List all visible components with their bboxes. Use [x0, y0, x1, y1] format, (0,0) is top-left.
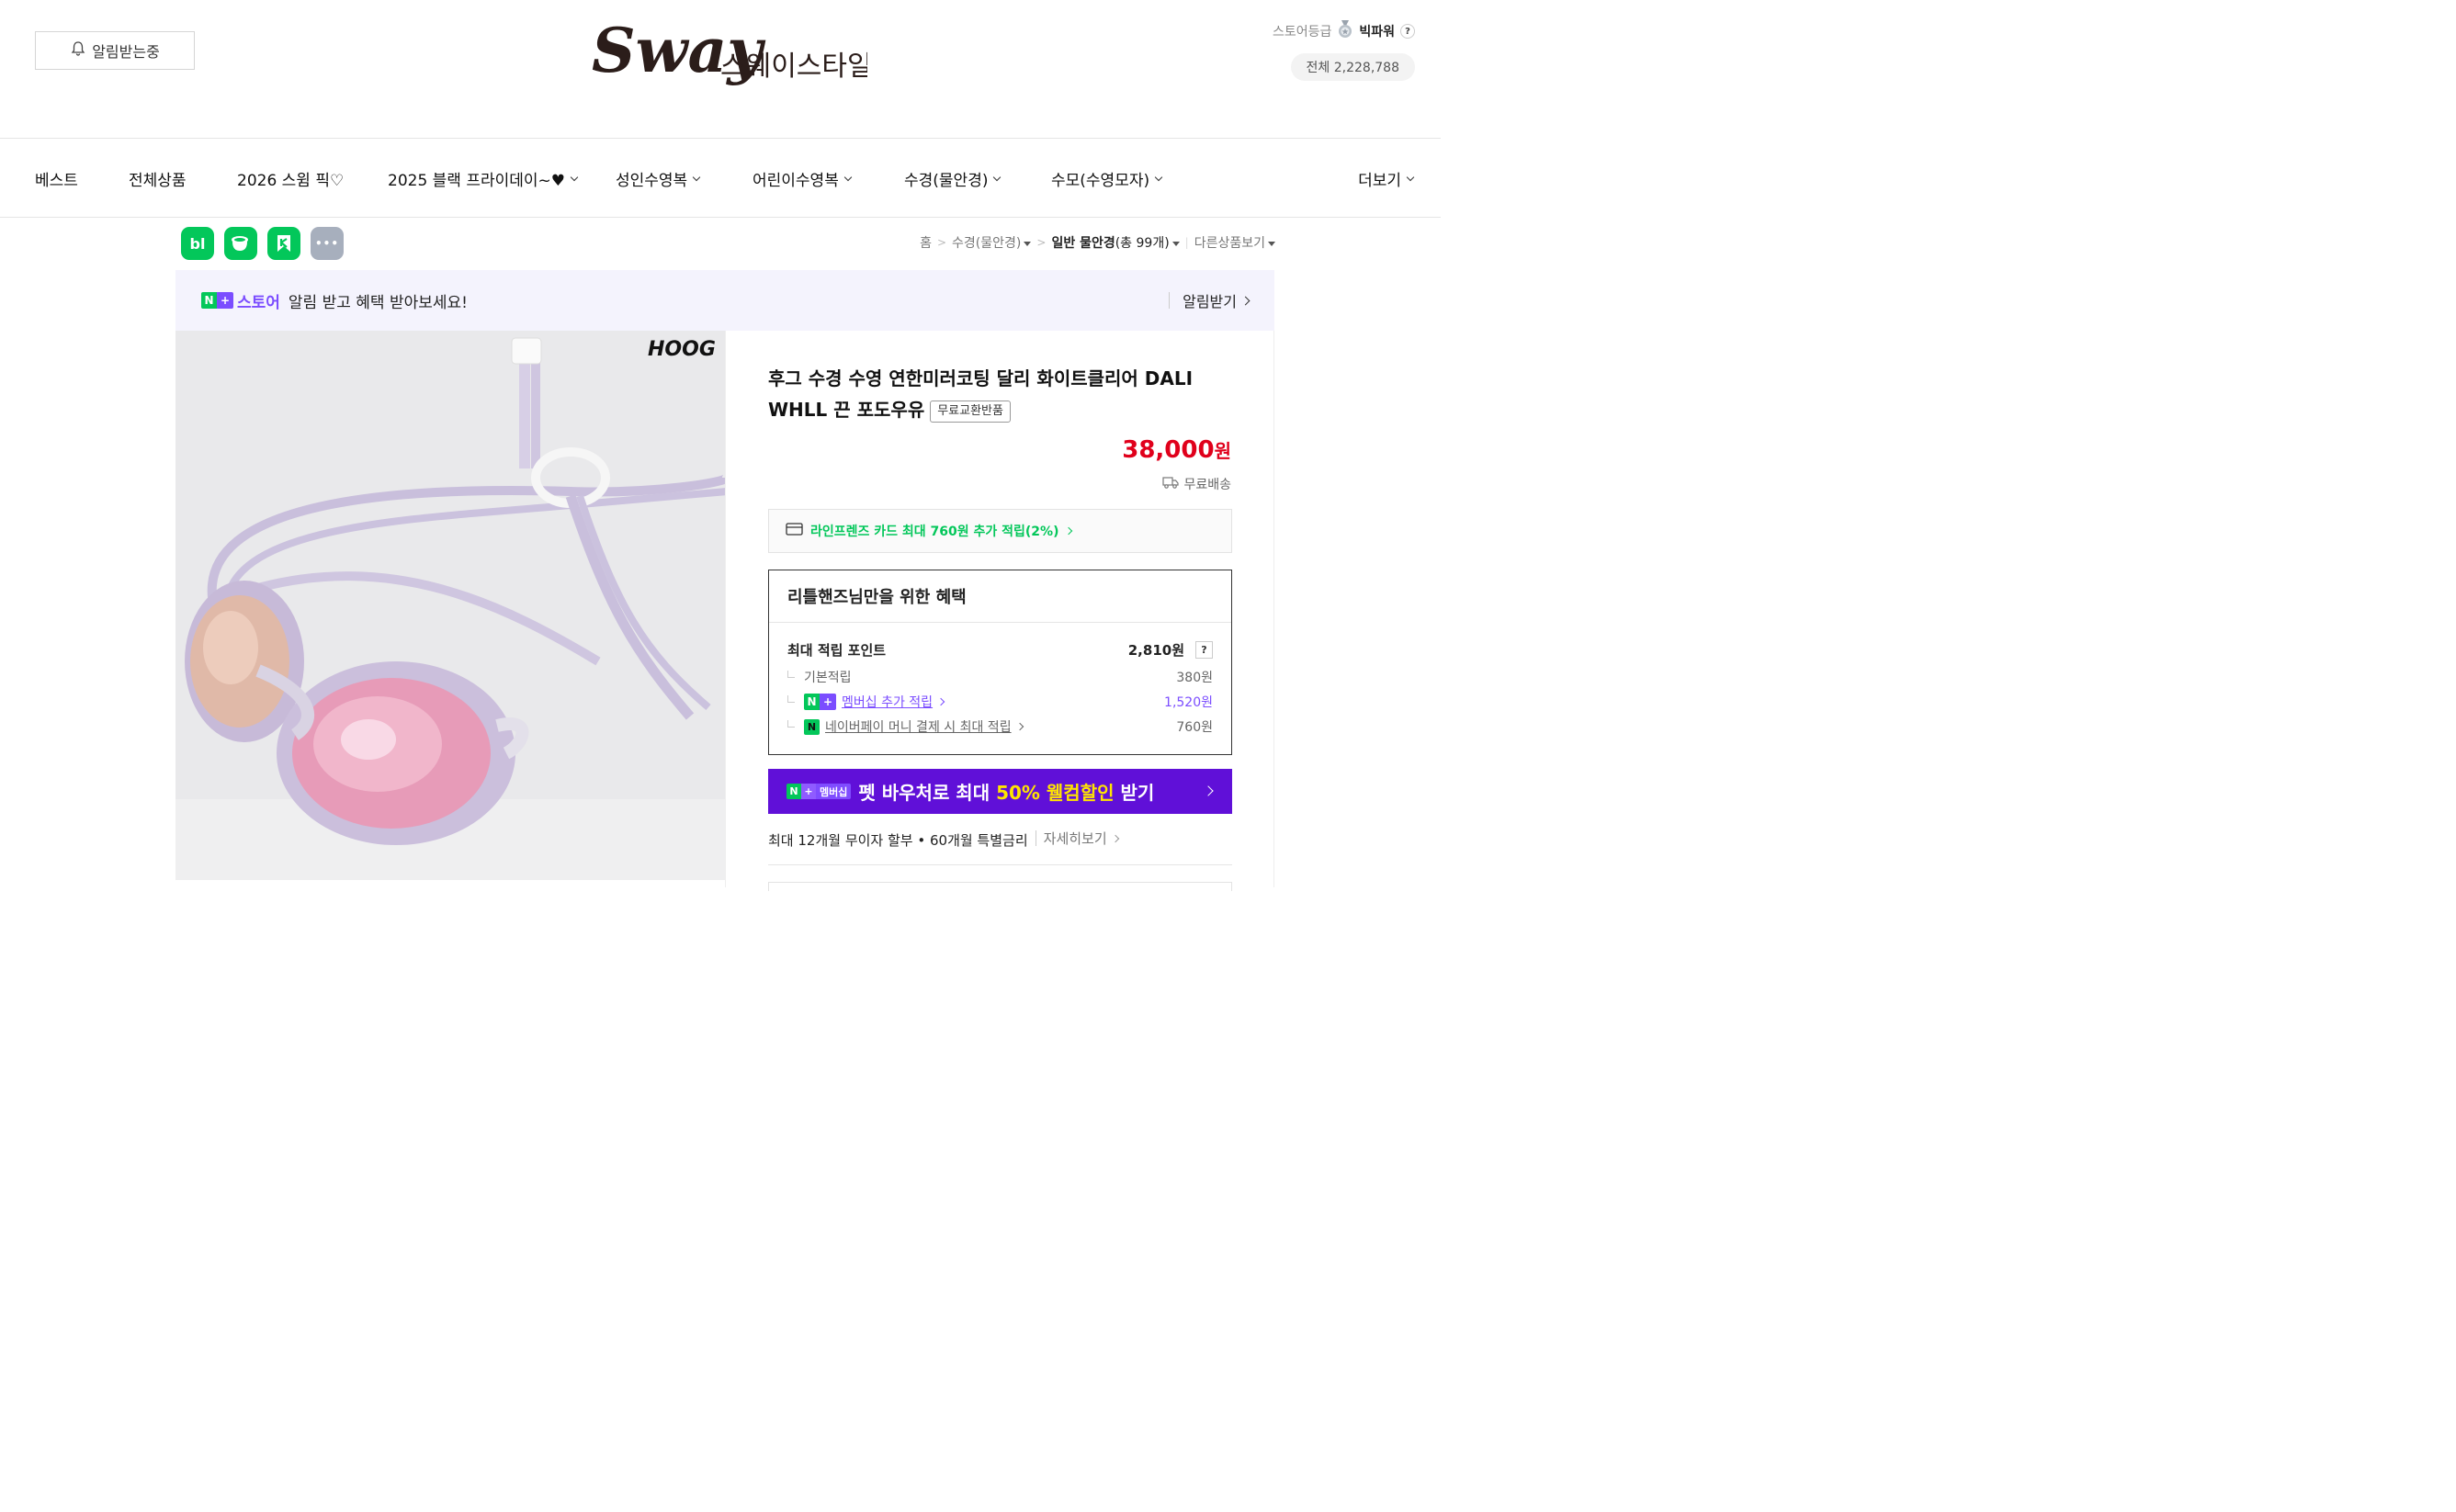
breadcrumb-home[interactable]: 홈	[920, 233, 932, 252]
nav-item-adult-swimwear[interactable]: 성인수영복	[616, 167, 701, 190]
more-icon[interactable]: •••	[311, 227, 344, 260]
chevron-right-icon	[936, 697, 945, 706]
promo-store-label: 스토어	[237, 293, 280, 312]
nav-more[interactable]: 더보기	[1358, 167, 1415, 190]
share-icons: bl •••	[181, 227, 344, 260]
nav-item-all[interactable]: 전체상품	[129, 167, 187, 190]
installment-info: 최대 12개월 무이자 할부 • 60개월 특별금리 자세히보기	[768, 830, 1232, 865]
nav-item-swim-pick[interactable]: 2026 스윔 픽♡	[237, 167, 344, 190]
brand-logo: HOOG	[648, 338, 716, 361]
caret-down-icon	[1024, 241, 1032, 246]
nav-item-goggles[interactable]: 수경(물안경)	[904, 167, 1002, 190]
help-icon[interactable]: ?	[1400, 24, 1415, 39]
chevron-right-icon	[1111, 834, 1119, 842]
max-points-row: 최대 적립 포인트 2,810원?	[787, 640, 1213, 660]
keep-icon[interactable]	[267, 227, 300, 260]
store-grade: 스토어등급 빅파워 ?	[1273, 20, 1415, 42]
chevron-right-icon	[1240, 296, 1251, 305]
chevron-right-icon	[1203, 785, 1214, 796]
chevron-down-icon	[993, 173, 1002, 181]
membership-badge: N + 멤버십	[787, 784, 852, 799]
chevron-down-icon	[1154, 173, 1163, 181]
truck-icon	[1162, 476, 1180, 492]
goggles-illustration: HOOG	[175, 331, 725, 880]
benefit-box: 리틀핸즈님만을 위한 혜택 최대 적립 포인트 2,810원? 기본적립 380…	[768, 570, 1232, 755]
caret-down-icon	[1268, 241, 1275, 246]
breadcrumb-separator: >	[1036, 236, 1047, 249]
nplus-icon: N +	[201, 292, 233, 309]
basic-points-row: 기본적립 380원	[787, 668, 1213, 686]
benefit-heading: 리틀핸즈님만을 위한 혜택	[769, 570, 1231, 623]
help-icon[interactable]: ?	[1195, 641, 1213, 659]
alarm-button[interactable]: 알림받는중	[35, 31, 195, 70]
nplus-icon: N +	[804, 694, 836, 710]
breadcrumb: 홈 > 수경(물안경) > 일반 물안경(총 99개) | 다른상품보기	[920, 233, 1275, 252]
breadcrumb-separator: >	[936, 236, 947, 249]
get-alarm-link[interactable]: 알림받기	[1169, 292, 1251, 310]
next-section-border	[768, 882, 1232, 891]
store-alarm-banner: N + 스토어 알림 받고 혜택 받아보세요! 알림받기	[175, 270, 1274, 331]
breadcrumb-divider: |	[1184, 236, 1189, 249]
category-nav: 베스트 전체상품 2026 스윔 픽♡ 2025 블랙 프라이데이~♥ 성인수영…	[0, 138, 1441, 218]
chevron-down-icon	[570, 173, 579, 181]
chevron-right-icon	[1065, 526, 1073, 536]
cafe-icon[interactable]	[224, 227, 257, 260]
promo-text: 알림 받고 혜택 받아보세요!	[288, 293, 468, 312]
medal-icon	[1337, 20, 1353, 42]
nav-item-black-friday[interactable]: 2025 블랙 프라이데이~♥	[388, 167, 579, 190]
chevron-down-icon	[1406, 173, 1415, 181]
other-products-link[interactable]: 다른상품보기	[1194, 233, 1275, 252]
chevron-down-icon	[692, 173, 701, 181]
blog-icon[interactable]: bl	[181, 227, 214, 260]
card-offer[interactable]: 라인프렌즈 카드 최대 760원 추가 적립(2%)	[768, 509, 1232, 553]
nav-item-kids-swimwear[interactable]: 어린이수영복	[753, 167, 853, 190]
bell-icon	[70, 40, 86, 61]
chevron-down-icon	[843, 173, 853, 181]
free-return-tag: 무료교환반품	[930, 400, 1011, 423]
membership-points-row: N + 멤버십 추가 적립 1,520원	[787, 693, 1213, 711]
product-image[interactable]: HOOG	[175, 331, 725, 880]
npay-points-row: N 네이버페이 머니 결제 시 최대 적립 760원	[787, 717, 1213, 736]
membership-banner[interactable]: N + 멤버십 펫 바우처로 최대 50% 웰컴할인 받기	[768, 769, 1232, 814]
product-title: 후그 수경 수영 연한미러코팅 달리 화이트클리어 DALI WHLL 끈 포도…	[768, 367, 1194, 423]
npay-icon: N	[804, 718, 820, 735]
nav-item-best[interactable]: 베스트	[35, 167, 78, 190]
npay-points-link[interactable]: 네이버페이 머니 결제 시 최대 적립	[825, 717, 1012, 736]
membership-banner-text: 펫 바우처로 최대 50% 웰컴할인 받기	[858, 782, 1155, 804]
breadcrumb-level2[interactable]: 일반 물안경(총 99개)	[1051, 233, 1180, 252]
membership-points-link[interactable]: 멤버십 추가 적립	[842, 693, 933, 711]
total-visits: 전체 2,228,788	[1290, 53, 1415, 81]
shipping-info: 무료배송	[1162, 475, 1231, 493]
breadcrumb-level1[interactable]: 수경(물안경)	[952, 233, 1032, 252]
alarm-button-label: 알림받는중	[92, 43, 160, 61]
logo-korean: 스웨이스타일	[720, 51, 867, 83]
nav-item-swim-cap[interactable]: 수모(수영모자)	[1051, 167, 1163, 190]
product-price: 38,000원	[1122, 436, 1231, 464]
store-logo[interactable]: Sway 스웨이스타일	[592, 15, 873, 88]
credit-card-icon	[786, 523, 803, 539]
chevron-right-icon	[1015, 722, 1024, 731]
store-grade-label: 스토어등급	[1272, 25, 1332, 39]
store-grade-name: 빅파워	[1359, 25, 1395, 39]
caret-down-icon	[1171, 241, 1180, 246]
installment-detail-link[interactable]: 자세히보기	[1035, 830, 1119, 847]
